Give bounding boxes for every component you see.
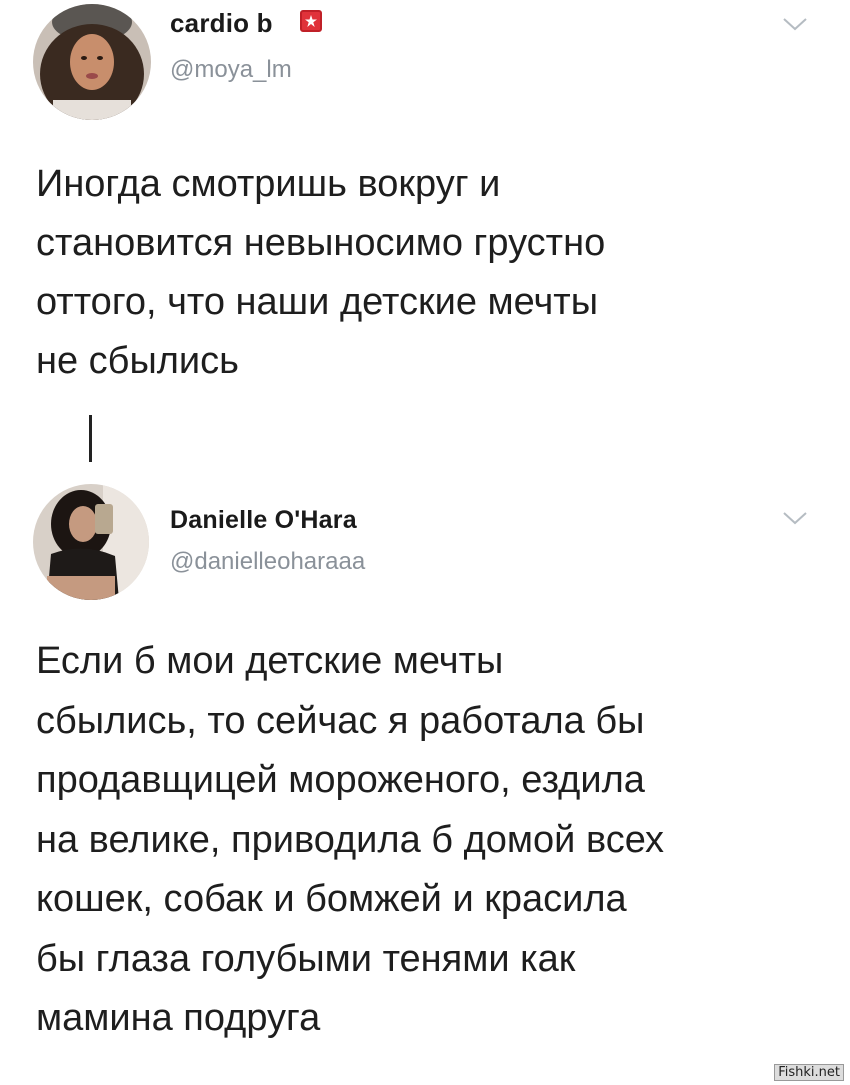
tweet-1: cardio b @moya_lm Иногда смотришь вокруг… xyxy=(0,0,850,400)
display-name[interactable]: Danielle O'Hara xyxy=(170,506,357,535)
thread-connector xyxy=(89,415,92,462)
user-handle[interactable]: @moya_lm xyxy=(170,56,292,84)
tweet-text: Если б мои детские мечты сбылись, то сей… xyxy=(36,640,665,1039)
avatar-cardio-b[interactable] xyxy=(33,4,151,120)
chevron-down-icon[interactable] xyxy=(780,508,810,528)
avatar-danielle-ohara[interactable] xyxy=(33,484,149,600)
emoji-badge-icon xyxy=(300,10,322,32)
user-handle[interactable]: @danielleoharaaa xyxy=(170,548,365,576)
tweet-2: Danielle O'Hara @danielleoharaaa Если б … xyxy=(0,470,850,1070)
display-name[interactable]: cardio b xyxy=(170,8,273,39)
tweet-text: Иногда смотришь вокруг и становится невы… xyxy=(36,163,606,382)
watermark: Fishki.net xyxy=(774,1064,844,1081)
chevron-down-icon[interactable] xyxy=(780,14,810,34)
